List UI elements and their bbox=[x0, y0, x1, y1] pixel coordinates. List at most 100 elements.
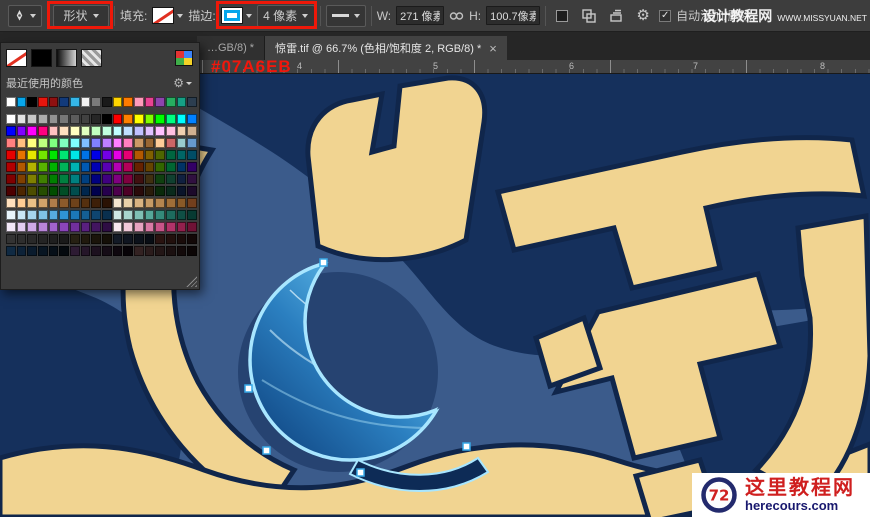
color-swatch[interactable] bbox=[6, 97, 16, 107]
color-swatch[interactable] bbox=[187, 210, 198, 220]
color-swatch[interactable] bbox=[112, 97, 123, 107]
color-swatch[interactable] bbox=[123, 222, 134, 232]
color-swatch[interactable] bbox=[38, 126, 48, 136]
color-swatch[interactable] bbox=[48, 150, 59, 160]
color-swatch[interactable] bbox=[80, 210, 91, 220]
color-swatch[interactable] bbox=[59, 222, 70, 232]
color-swatch[interactable] bbox=[102, 126, 112, 136]
color-swatch[interactable] bbox=[27, 246, 38, 256]
color-swatch[interactable] bbox=[166, 186, 176, 196]
color-swatch[interactable] bbox=[6, 126, 16, 136]
color-swatch[interactable] bbox=[102, 210, 112, 220]
color-swatch[interactable] bbox=[155, 186, 166, 196]
color-swatch[interactable] bbox=[155, 222, 166, 232]
tool-preset-button[interactable] bbox=[8, 4, 42, 27]
color-swatch[interactable] bbox=[144, 97, 155, 107]
color-swatch[interactable] bbox=[38, 174, 48, 184]
color-swatch[interactable] bbox=[59, 198, 70, 208]
color-swatch[interactable] bbox=[166, 114, 176, 124]
color-swatch[interactable] bbox=[112, 174, 123, 184]
color-swatch[interactable] bbox=[123, 126, 134, 136]
color-swatch[interactable] bbox=[70, 198, 80, 208]
color-swatch[interactable] bbox=[187, 138, 198, 148]
color-swatch[interactable] bbox=[134, 246, 144, 256]
color-swatch[interactable] bbox=[80, 150, 91, 160]
color-swatch[interactable] bbox=[155, 150, 166, 160]
color-swatch[interactable] bbox=[112, 198, 123, 208]
color-swatch[interactable] bbox=[112, 162, 123, 172]
color-swatch[interactable] bbox=[112, 126, 123, 136]
color-swatch[interactable] bbox=[123, 138, 134, 148]
color-swatch[interactable] bbox=[91, 174, 102, 184]
color-swatch[interactable] bbox=[16, 222, 27, 232]
color-swatch[interactable] bbox=[166, 234, 176, 244]
link-dimensions-icon[interactable] bbox=[449, 10, 464, 22]
color-swatch[interactable] bbox=[166, 97, 176, 107]
color-swatch[interactable] bbox=[80, 114, 91, 124]
color-swatch[interactable] bbox=[70, 174, 80, 184]
fill-type-pattern-button[interactable] bbox=[81, 49, 102, 67]
color-swatch[interactable] bbox=[70, 162, 80, 172]
color-swatch[interactable] bbox=[134, 97, 144, 107]
color-swatch[interactable] bbox=[144, 186, 155, 196]
color-swatch[interactable] bbox=[80, 222, 91, 232]
color-swatch[interactable] bbox=[134, 126, 144, 136]
color-swatch[interactable] bbox=[155, 114, 166, 124]
path-alignment-button[interactable] bbox=[578, 5, 600, 27]
color-swatch[interactable] bbox=[166, 210, 176, 220]
color-swatch[interactable] bbox=[102, 234, 112, 244]
path-arrangement-button[interactable] bbox=[605, 5, 627, 27]
color-swatch[interactable] bbox=[187, 114, 198, 124]
shape-mode-dropdown[interactable]: 形状 bbox=[53, 4, 109, 27]
color-swatch[interactable] bbox=[155, 174, 166, 184]
color-swatch[interactable] bbox=[80, 246, 91, 256]
color-swatch[interactable] bbox=[70, 138, 80, 148]
color-swatch[interactable] bbox=[176, 234, 187, 244]
color-swatch[interactable] bbox=[144, 126, 155, 136]
color-swatch[interactable] bbox=[80, 162, 91, 172]
color-swatch[interactable] bbox=[144, 222, 155, 232]
color-swatch[interactable] bbox=[38, 186, 48, 196]
color-swatch[interactable] bbox=[134, 174, 144, 184]
fill-type-none-button[interactable] bbox=[6, 49, 27, 67]
color-swatch[interactable] bbox=[27, 97, 38, 107]
color-swatch[interactable] bbox=[70, 97, 80, 107]
color-swatch[interactable] bbox=[102, 174, 112, 184]
color-swatch[interactable] bbox=[144, 138, 155, 148]
color-swatch[interactable] bbox=[59, 150, 70, 160]
color-swatch[interactable] bbox=[155, 210, 166, 220]
color-swatch[interactable] bbox=[176, 97, 187, 107]
color-swatch[interactable] bbox=[80, 198, 91, 208]
color-swatch[interactable] bbox=[27, 198, 38, 208]
color-swatch[interactable] bbox=[59, 97, 70, 107]
color-swatch[interactable] bbox=[16, 174, 27, 184]
color-swatch[interactable] bbox=[48, 126, 59, 136]
color-swatch[interactable] bbox=[155, 162, 166, 172]
color-swatch[interactable] bbox=[91, 222, 102, 232]
selection-anchor[interactable] bbox=[356, 468, 365, 477]
stroke-width-dropdown[interactable]: 4 像素 bbox=[256, 4, 315, 27]
color-swatch[interactable] bbox=[59, 162, 70, 172]
color-swatch[interactable] bbox=[6, 222, 16, 232]
tab-active-document[interactable]: 惊雷.tif @ 66.7% (色相/饱和度 2, RGB/8) * × bbox=[265, 36, 507, 60]
color-swatch[interactable] bbox=[27, 234, 38, 244]
fill-color-swatch[interactable] bbox=[152, 7, 184, 24]
color-swatch[interactable] bbox=[123, 162, 134, 172]
color-swatch[interactable] bbox=[38, 222, 48, 232]
color-swatch[interactable] bbox=[38, 198, 48, 208]
color-swatch[interactable] bbox=[102, 198, 112, 208]
color-swatch[interactable] bbox=[123, 198, 134, 208]
color-swatch[interactable] bbox=[70, 186, 80, 196]
color-swatch[interactable] bbox=[144, 162, 155, 172]
color-swatch[interactable] bbox=[91, 186, 102, 196]
color-swatch[interactable] bbox=[6, 186, 16, 196]
color-swatch[interactable] bbox=[176, 198, 187, 208]
color-swatch[interactable] bbox=[48, 222, 59, 232]
color-swatch[interactable] bbox=[27, 210, 38, 220]
color-swatch[interactable] bbox=[27, 162, 38, 172]
color-swatch[interactable] bbox=[155, 246, 166, 256]
color-swatch[interactable] bbox=[6, 174, 16, 184]
color-swatch[interactable] bbox=[123, 234, 134, 244]
color-swatch[interactable] bbox=[59, 138, 70, 148]
color-swatch[interactable] bbox=[70, 150, 80, 160]
